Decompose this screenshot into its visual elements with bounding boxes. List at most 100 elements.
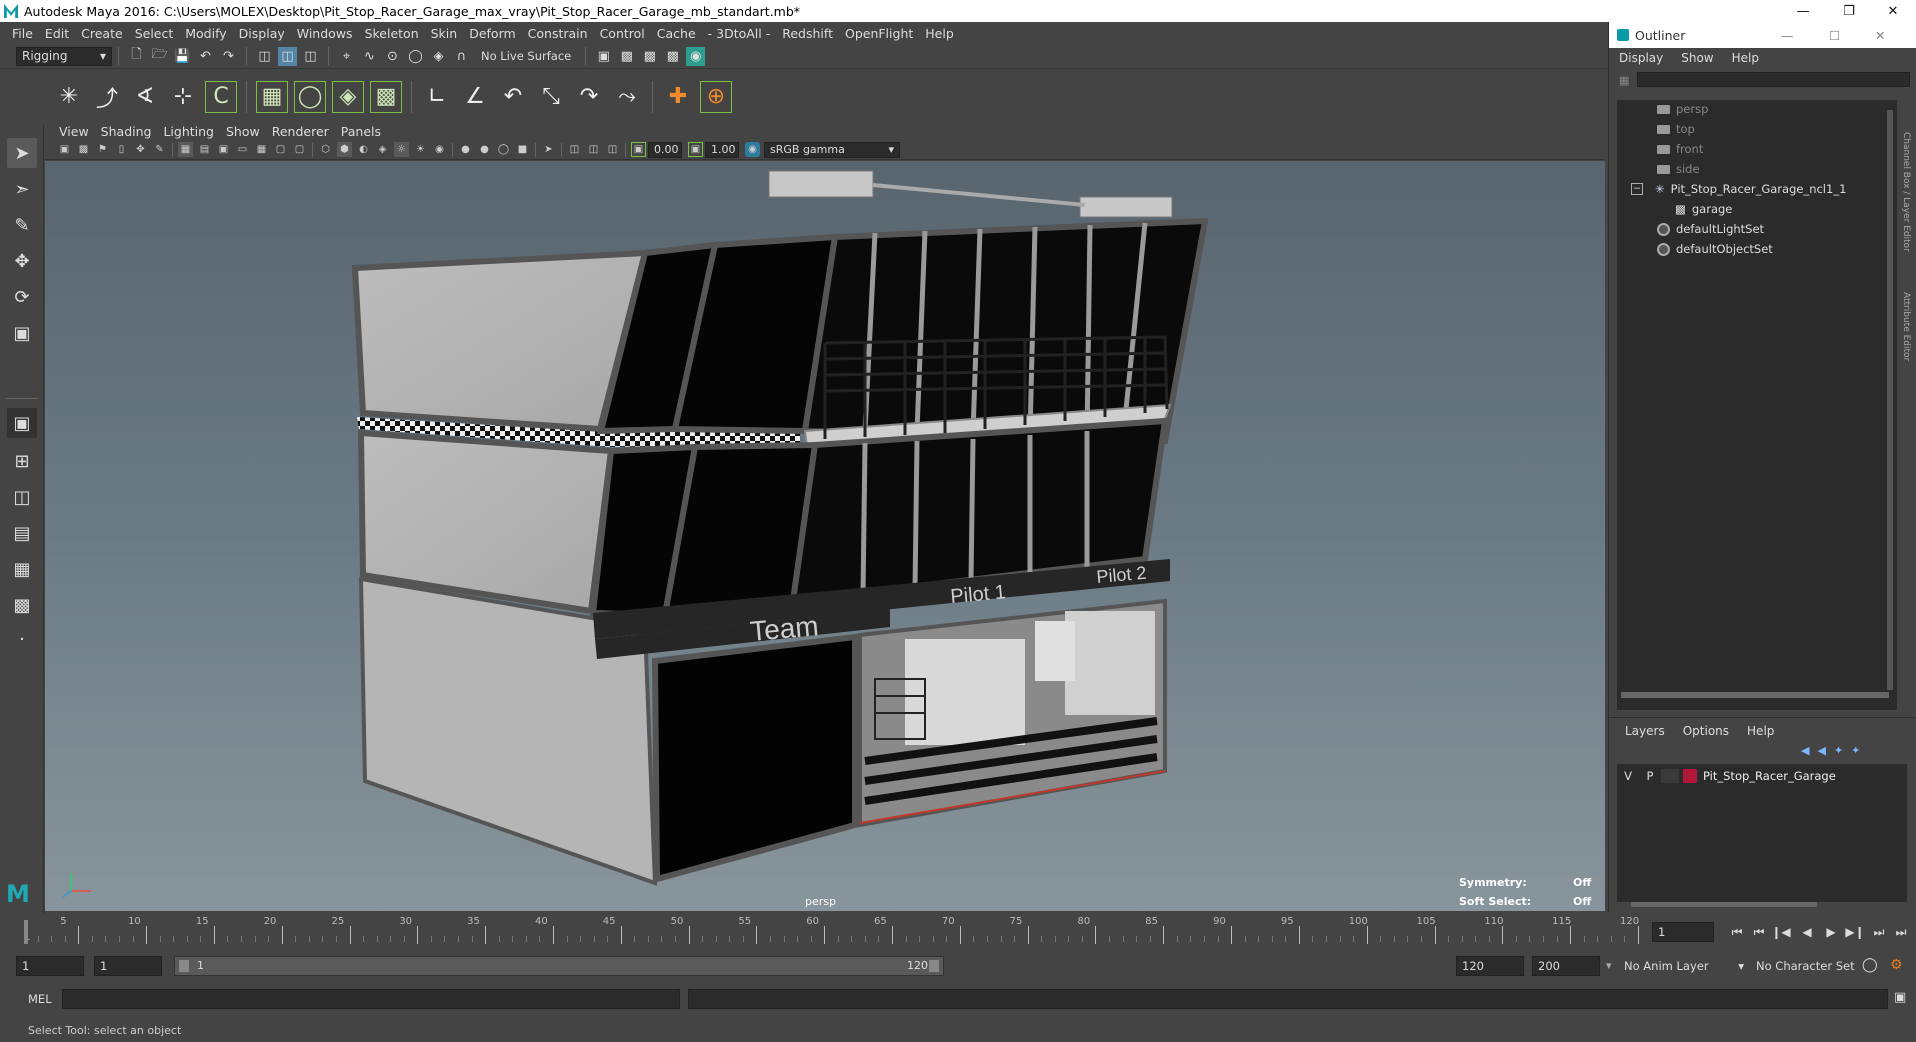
panel-menu-lighting[interactable]: Lighting	[163, 124, 214, 139]
panel-menu-panels[interactable]: Panels	[341, 124, 381, 139]
new-scene-icon[interactable]: 🗋	[127, 47, 146, 66]
insert-joint-icon[interactable]: ⊹	[167, 81, 199, 113]
snap-view-icon[interactable]: ◯	[406, 47, 425, 66]
copy-weights-icon[interactable]: ⤡	[535, 81, 567, 113]
anim-layer-dropdown[interactable]: No Anim Layer ▾	[1624, 959, 1744, 973]
panel-menu-shading[interactable]: Shading	[101, 124, 152, 139]
gate-mask-icon[interactable]: ▭	[235, 142, 250, 157]
snap-curve-icon[interactable]: ∿	[360, 47, 379, 66]
move-layer-down-icon[interactable]: ◀	[1817, 744, 1825, 757]
cluster-icon[interactable]: C	[205, 80, 237, 113]
lattice-icon[interactable]: ▦	[256, 80, 288, 113]
parent-constraint-icon[interactable]: ✚	[662, 81, 694, 113]
outliner-item-defaultobjectset[interactable]: defaultObjectSet	[1657, 240, 1773, 258]
outliner-hscrollbar[interactable]	[1621, 692, 1889, 698]
panel-menu-view[interactable]: View	[59, 124, 89, 139]
go-to-start-icon[interactable]: ⏮	[1728, 923, 1746, 941]
safe-action-icon[interactable]: ▢	[273, 142, 288, 157]
menu-3dtoall[interactable]: - 3DtoAll -	[708, 26, 771, 41]
prune-weights-icon[interactable]: ↷	[573, 81, 605, 113]
move-layer-up-icon[interactable]: ◀	[1801, 744, 1809, 757]
backface-icon[interactable]: ◫	[605, 142, 620, 157]
panel-menu-show[interactable]: Show	[226, 124, 260, 139]
layout-side-icon[interactable]: ◫	[7, 482, 37, 512]
outliner-search-input[interactable]	[1637, 72, 1910, 87]
live-surface-label[interactable]: No Live Surface	[481, 49, 571, 63]
menu-constrain[interactable]: Constrain	[528, 26, 588, 41]
ambient-occlusion-icon[interactable]: ◉	[432, 142, 447, 157]
outliner-item-side[interactable]: side	[1657, 160, 1700, 178]
mode-dropdown[interactable]: Rigging ▾	[16, 46, 112, 66]
scale-tool-icon[interactable]: ▣	[7, 318, 37, 348]
anim-prefs-icon[interactable]: ⚙	[1890, 957, 1903, 973]
menu-cache[interactable]: Cache	[657, 26, 696, 41]
attribute-editor-tab[interactable]: Attribute Editor	[1901, 292, 1911, 392]
layout-graph-icon[interactable]: ▦	[7, 554, 37, 584]
layout-outliner-icon[interactable]: ▤	[7, 518, 37, 548]
menu-openflight[interactable]: OpenFlight	[845, 26, 913, 41]
menu-help[interactable]: Help	[925, 26, 954, 41]
undo-icon[interactable]: ↶	[196, 47, 215, 66]
step-forward-key-icon[interactable]: ⏭	[1870, 923, 1888, 941]
outliner-menu-show[interactable]: Show	[1681, 51, 1713, 65]
shadows-icon[interactable]: ☀	[413, 142, 428, 157]
wire-deformer-icon[interactable]: ▩	[370, 80, 402, 113]
layout-custom-icon[interactable]: ·	[7, 624, 37, 654]
snap-magnet-icon[interactable]: ∩	[452, 47, 471, 66]
camera-icon[interactable]: ▣	[57, 142, 72, 157]
redo-icon[interactable]: ↷	[219, 47, 238, 66]
auto-key-icon[interactable]: ◯	[1862, 957, 1878, 973]
restore-button[interactable]: ❐	[1826, 0, 1872, 22]
panel-menu-renderer[interactable]: Renderer	[272, 124, 329, 139]
color-space-dropdown[interactable]: sRGB gamma ▾	[764, 141, 900, 158]
image-plane-icon[interactable]: ▯	[114, 142, 129, 157]
layout-single-icon[interactable]: ▣	[7, 408, 37, 438]
smooth-shade-icon[interactable]: ⬢	[337, 142, 352, 157]
open-scene-icon[interactable]: 🗁	[150, 47, 169, 66]
range-handle-left[interactable]	[179, 960, 189, 972]
outliner-maximize-icon[interactable]: ☐	[1829, 28, 1840, 43]
menu-modify[interactable]: Modify	[185, 26, 226, 41]
snap-grid-icon[interactable]: ⌖	[337, 47, 356, 66]
sculpt-deformer-icon[interactable]: ◈	[332, 80, 364, 113]
depth-of-field-icon[interactable]: ◯	[496, 142, 511, 157]
render-frame-icon[interactable]: ▩	[617, 47, 636, 66]
layers-menu-options[interactable]: Options	[1683, 724, 1729, 738]
rotate-tool-icon[interactable]: ⟳	[7, 282, 37, 312]
menu-file[interactable]: File	[12, 26, 33, 41]
mel-label[interactable]: MEL	[28, 992, 52, 1006]
ik-spline-icon[interactable]: ∢	[129, 81, 161, 113]
current-frame-field[interactable]: 1	[1652, 922, 1714, 942]
outliner-item-persp[interactable]: persp	[1657, 100, 1708, 118]
outliner-menu-display[interactable]: Display	[1619, 51, 1663, 65]
bookmark-icon[interactable]: ⚑	[95, 142, 110, 157]
layers-menu-help[interactable]: Help	[1747, 724, 1774, 738]
layer-playback-toggle[interactable]: P	[1639, 769, 1661, 783]
layer-visibility-toggle[interactable]: V	[1617, 769, 1639, 783]
go-to-end-icon[interactable]: ⏭	[1892, 923, 1910, 941]
minimize-button[interactable]: —	[1780, 0, 1826, 22]
layout-four-icon[interactable]: ⊞	[7, 446, 37, 476]
render-view-icon[interactable]: ▩	[663, 47, 682, 66]
animation-start-field[interactable]: 1	[16, 956, 84, 976]
chevron-down-icon[interactable]: ▾	[1606, 959, 1612, 972]
safe-title-icon[interactable]: ▢	[292, 142, 307, 157]
grid-icon[interactable]: ▦	[178, 142, 193, 157]
isolate-select-icon[interactable]: ■	[515, 142, 530, 157]
hypershade-icon[interactable]: ◉	[686, 46, 706, 66]
select-component-icon[interactable]: ◫	[301, 47, 320, 66]
layers-menu-layers[interactable]: Layers	[1625, 724, 1665, 738]
wireframe-icon[interactable]: ⬡	[318, 142, 333, 157]
menu-redshift[interactable]: Redshift	[782, 26, 833, 41]
layer-color-swatch[interactable]	[1683, 769, 1697, 783]
wireframe-on-shaded-icon[interactable]: ◐	[356, 142, 371, 157]
select-hierarchy-icon[interactable]: ◫	[255, 47, 274, 66]
close-button[interactable]: ✕	[1870, 0, 1916, 22]
outliner-item-front[interactable]: front	[1657, 140, 1703, 158]
step-back-key-icon[interactable]: ⏮	[1750, 923, 1768, 941]
menu-display[interactable]: Display	[239, 26, 285, 41]
use-all-lights-icon[interactable]: ☼	[394, 142, 409, 157]
point-constraint-icon[interactable]: ⊕	[700, 80, 732, 113]
paint-select-icon[interactable]: ✎	[7, 210, 37, 240]
layers-hscrollbar[interactable]	[1631, 902, 1817, 907]
